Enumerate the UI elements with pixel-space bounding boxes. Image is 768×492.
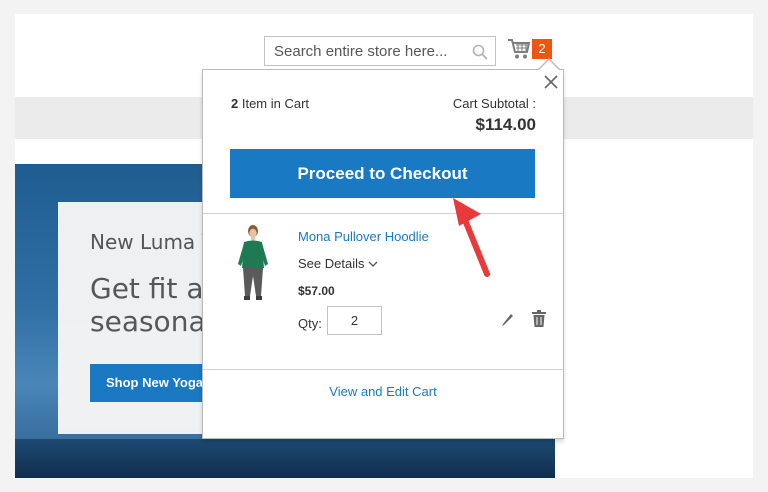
chevron-down-icon xyxy=(369,261,378,267)
see-details-toggle[interactable]: See Details xyxy=(298,256,378,271)
qty-label: Qty: xyxy=(298,316,322,331)
see-details-label: See Details xyxy=(298,256,365,271)
hero-subtitle: New Luma Y xyxy=(90,230,214,254)
search-input[interactable] xyxy=(265,37,465,65)
cart-count-badge[interactable]: 2 xyxy=(532,39,552,59)
annotation-arrow-icon xyxy=(453,198,490,277)
product-image[interactable] xyxy=(233,224,273,302)
hero-title: Get fit ar seasona xyxy=(90,272,215,338)
close-icon[interactable] xyxy=(543,74,559,90)
product-price: $57.00 xyxy=(298,284,335,298)
view-and-edit-cart-link[interactable]: View and Edit Cart xyxy=(203,384,563,399)
cart-items-count: 2 Item in Cart xyxy=(231,96,309,111)
search-icon[interactable] xyxy=(471,43,489,61)
page-frame: 2 New Luma Y Get fit ar seasona Shop New… xyxy=(15,14,753,478)
product-name-link[interactable]: Mona Pullover Hoodlie xyxy=(298,229,429,244)
qty-input[interactable] xyxy=(327,306,382,335)
subtotal-value: $114.00 xyxy=(475,115,536,134)
subtotal-label: Cart Subtotal : xyxy=(452,96,536,111)
pencil-icon[interactable] xyxy=(500,312,515,327)
shopping-cart-icon[interactable] xyxy=(507,38,531,60)
search-box[interactable] xyxy=(264,36,496,66)
hero-sea-image xyxy=(15,439,555,478)
minicart-pointer-inner xyxy=(539,60,559,70)
divider xyxy=(203,369,563,370)
trash-icon[interactable] xyxy=(532,310,546,327)
items-count-label: Item in Cart xyxy=(238,96,310,111)
